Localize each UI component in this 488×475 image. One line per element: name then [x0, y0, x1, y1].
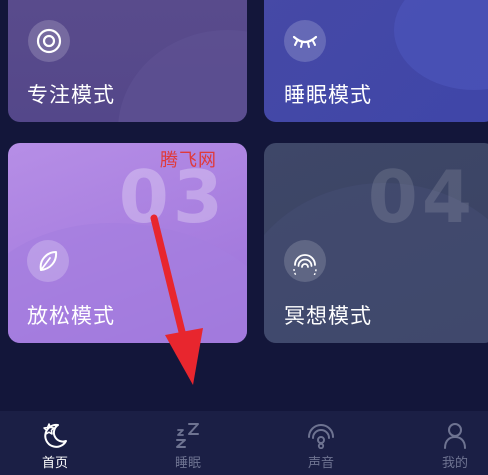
bottom-tab-bar: 首页 睡眠 声音 我的	[0, 411, 488, 475]
watermark-text: 腾飞网	[160, 150, 217, 171]
tab-sound[interactable]: 声音	[291, 421, 351, 475]
tab-sound-label: 声音	[307, 456, 334, 471]
fingerprint-icon	[284, 240, 326, 282]
leaf-icon	[27, 240, 69, 282]
sleep-mode-card[interactable]: 睡眠模式	[264, 0, 488, 122]
tab-home-label: 首页	[41, 456, 68, 471]
home-moon-icon	[43, 423, 67, 448]
sound-waves-icon	[308, 424, 334, 449]
tab-profile-label: 我的	[441, 456, 468, 471]
meditate-mode-label: 冥想模式	[284, 304, 372, 328]
meditate-mode-card[interactable]: 04 冥想模式	[264, 143, 488, 343]
relax-mode-card[interactable]: 03 放松模式	[8, 143, 247, 343]
tab-profile[interactable]: 我的	[425, 421, 485, 475]
tab-home[interactable]: 首页	[25, 421, 85, 475]
relax-mode-label: 放松模式	[27, 304, 115, 328]
focus-target-icon	[28, 20, 70, 62]
profile-icon	[444, 423, 466, 449]
card-number: 04	[367, 155, 476, 239]
tab-sleep-label: 睡眠	[174, 456, 201, 471]
focus-mode-label: 专注模式	[27, 83, 115, 107]
zzz-sleep-icon	[176, 423, 199, 448]
tab-sleep[interactable]: 睡眠	[158, 421, 218, 475]
focus-mode-card[interactable]: 专注模式	[8, 0, 247, 122]
sleep-mode-label: 睡眠模式	[284, 83, 372, 107]
closed-eye-icon	[284, 20, 326, 62]
